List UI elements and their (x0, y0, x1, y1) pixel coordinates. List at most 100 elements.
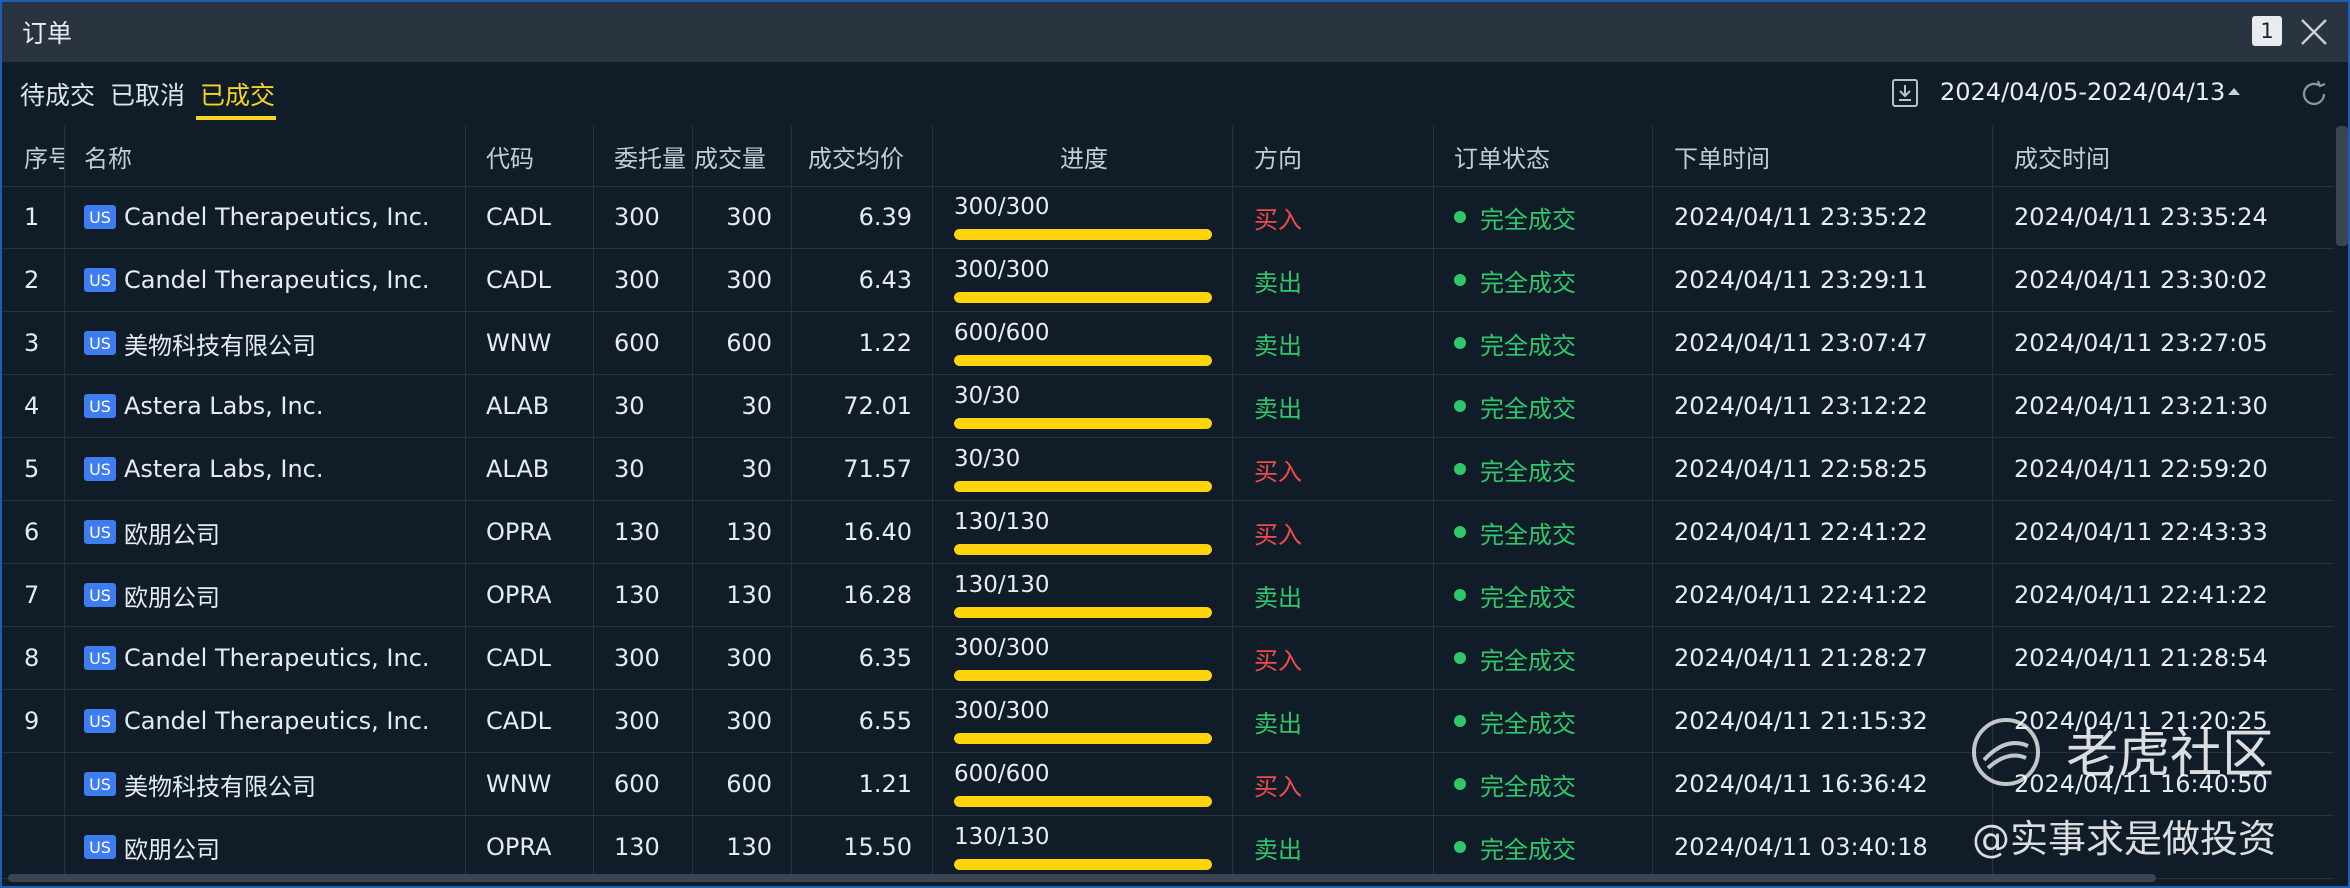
progress-fill (954, 355, 1212, 366)
col-header-avg-price[interactable]: 成交均价 (808, 126, 904, 186)
progress-text: 300/300 (954, 194, 1050, 220)
filled-qty: 130 (726, 833, 772, 861)
order-time: 2024/04/11 03:40:18 (1674, 833, 1928, 861)
table-row[interactable]: 7 US 欧朋公司 OPRA 130 130 16.28 130/130 卖出 完全成交 2024/… (2, 564, 2334, 627)
progress-track (954, 607, 1212, 618)
us-market-badge: US (84, 772, 116, 796)
refresh-icon[interactable] (2298, 78, 2330, 110)
col-header-filled-qty[interactable]: 成交量 (694, 126, 766, 186)
vertical-scrollbar[interactable] (2336, 126, 2348, 246)
progress-track (954, 796, 1212, 807)
status-dot-icon (1454, 778, 1466, 790)
order-side: 买入 (1254, 457, 1302, 486)
fill-time: 2024/04/11 22:43:33 (2014, 518, 2268, 546)
stock-name: 欧朋公司 (124, 583, 220, 612)
order-qty: 300 (614, 266, 660, 294)
col-header-order-qty[interactable]: 委托量 (614, 126, 686, 186)
order-qty: 130 (614, 833, 660, 861)
progress: 130/130 (952, 824, 1214, 872)
order-qty: 30 (614, 392, 645, 420)
row-name: US 欧朋公司 (84, 816, 462, 878)
us-market-badge: US (84, 646, 116, 670)
progress-track (954, 859, 1212, 870)
filled-qty: 300 (726, 203, 772, 231)
progress-text: 300/300 (954, 698, 1050, 724)
progress: 600/600 (952, 320, 1214, 368)
progress-text: 30/30 (954, 446, 1021, 472)
progress-text: 300/300 (954, 635, 1050, 661)
avg-price: 15.50 (843, 833, 912, 861)
row-name: US 欧朋公司 (84, 564, 462, 626)
stock-code: CADL (486, 707, 552, 735)
filled-qty: 300 (726, 707, 772, 735)
col-header-status[interactable]: 订单状态 (1454, 126, 1550, 186)
avg-price: 16.40 (843, 518, 912, 546)
order-time: 2024/04/11 23:35:22 (1674, 203, 1928, 231)
table-row[interactable]: 3 US 美物科技有限公司 WNW 600 600 1.22 600/600 卖出 完全成交 202… (2, 312, 2334, 375)
filled-qty: 600 (726, 329, 772, 357)
status-dot-icon (1454, 652, 1466, 664)
row-index: 7 (24, 581, 40, 609)
window-count-badge[interactable]: 1 (2252, 16, 2282, 46)
table-row[interactable]: 8 US Candel Therapeutics, Inc. CADL 300 300 6.… (2, 627, 2334, 690)
progress-fill (954, 859, 1212, 870)
col-header-index[interactable]: 序号 (24, 126, 64, 186)
col-header-name[interactable]: 名称 (84, 126, 132, 186)
order-side: 卖出 (1254, 268, 1302, 297)
watermark-brand: 老虎社区 (2066, 725, 2275, 785)
window-title: 订单 (22, 19, 73, 48)
status-dot-icon (1454, 526, 1466, 538)
row-name: US 美物科技有限公司 (84, 753, 462, 815)
avg-price: 1.22 (858, 329, 912, 357)
order-status: 完全成交 (1454, 249, 1576, 311)
us-market-badge: US (84, 331, 116, 355)
horizontal-scrollbar[interactable] (8, 874, 2156, 882)
order-time: 2024/04/11 21:28:27 (1674, 644, 1928, 672)
col-header-progress[interactable]: 进度 (1060, 126, 1108, 186)
col-header-side[interactable]: 方向 (1254, 126, 1302, 186)
tab-pending[interactable]: 待成交 (20, 76, 95, 112)
order-qty: 30 (614, 455, 645, 483)
tab-filled[interactable]: 已成交 (200, 76, 275, 112)
fill-time: 2024/04/11 23:21:30 (2014, 392, 2268, 420)
col-header-fill-time[interactable]: 成交时间 (2014, 126, 2110, 186)
row-index: 8 (24, 644, 40, 672)
row-index: 4 (24, 392, 40, 420)
tab-cancelled[interactable]: 已取消 (110, 76, 185, 112)
stock-code: ALAB (486, 392, 550, 420)
col-header-code[interactable]: 代码 (486, 126, 534, 186)
order-status: 完全成交 (1454, 186, 1576, 248)
table-row[interactable]: 6 US 欧朋公司 OPRA 130 130 16.40 130/130 买入 完全成交 2024/… (2, 501, 2334, 564)
table-row[interactable]: 1 US Candel Therapeutics, Inc. CADL 300 300 6.… (2, 186, 2334, 249)
avg-price: 6.39 (858, 203, 912, 231)
export-icon[interactable] (1892, 79, 1918, 107)
progress: 300/300 (952, 194, 1214, 242)
caret-up-icon[interactable] (2228, 88, 2240, 95)
close-icon[interactable] (2296, 14, 2332, 50)
date-range-selector[interactable]: 2024/04/05-2024/04/13 (1940, 78, 2225, 106)
progress-fill (954, 796, 1212, 807)
order-side: 买入 (1254, 772, 1302, 801)
order-qty: 130 (614, 518, 660, 546)
progress: 300/300 (952, 257, 1214, 305)
avg-price: 72.01 (843, 392, 912, 420)
table-row[interactable]: 5 US Astera Labs, Inc. ALAB 30 30 71.57 30/30 买入… (2, 438, 2334, 501)
col-header-order-time[interactable]: 下单时间 (1674, 126, 1770, 186)
avg-price: 6.55 (858, 707, 912, 735)
row-index: 5 (24, 455, 40, 483)
table-row[interactable]: 4 US Astera Labs, Inc. ALAB 30 30 72.01 30/30 卖出… (2, 375, 2334, 438)
progress: 130/130 (952, 572, 1214, 620)
order-side: 卖出 (1254, 835, 1302, 864)
status-text: 完全成交 (1480, 457, 1576, 486)
status-dot-icon (1454, 211, 1466, 223)
tiger-logo-icon (1972, 718, 2040, 786)
order-time: 2024/04/11 23:07:47 (1674, 329, 1928, 357)
avg-price: 71.57 (843, 455, 912, 483)
order-status: 完全成交 (1454, 501, 1576, 563)
us-market-badge: US (84, 583, 116, 607)
filled-qty: 130 (726, 581, 772, 609)
table-row[interactable]: 2 US Candel Therapeutics, Inc. CADL 300 300 6.… (2, 249, 2334, 312)
progress-fill (954, 481, 1212, 492)
order-side: 卖出 (1254, 331, 1302, 360)
order-status: 完全成交 (1454, 564, 1576, 626)
